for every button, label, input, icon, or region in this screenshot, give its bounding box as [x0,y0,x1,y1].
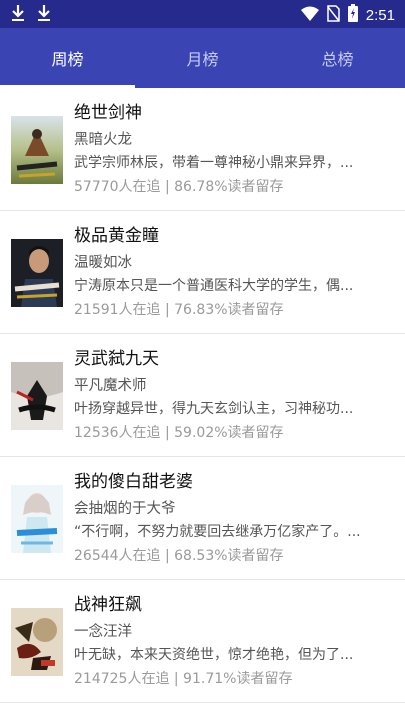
book-author: 平凡魔术师 [74,378,147,394]
book-author: 黑暗火龙 [74,132,132,148]
tab-monthly[interactable]: 月榜 [135,28,270,88]
book-description: “不行啊，不努力就要回去继承万亿家产了。... [74,524,361,540]
book-author: 一念汪洋 [74,624,132,640]
book-stats: 214725人在追 | 91.71%读者留存 [74,671,293,687]
download-icon [36,4,52,26]
tab-total[interactable]: 总榜 [270,28,405,88]
clock: 2:51 [365,6,395,24]
wifi-icon [300,6,319,25]
book-description: 武学宗师林辰，带着一尊神秘小鼎来异界，... [74,155,354,171]
book-cover [11,485,63,553]
status-bar: 2:51 [0,0,405,28]
battery-icon [347,4,358,26]
book-title: 我的傻白甜老婆 [74,472,193,492]
book-description: 叶无缺，本来天资绝世，惊才绝艳，但为了... [74,647,354,663]
book-cover [11,239,63,307]
book-title: 战神狂飙 [74,595,142,615]
download-icon [10,4,26,26]
book-description: 宁涛原本只是一个普通医科大学的学生，偶... [74,278,354,294]
book-item[interactable]: 灵武弑九天 平凡魔术师 叶扬穿越异世，得九天玄剑认主，习神秘功... 12536… [0,334,405,457]
tab-label: 周榜 [51,50,84,69]
tab-bar: 周榜 月榜 总榜 [0,28,405,88]
book-title: 极品黄金瞳 [74,226,159,246]
book-stats: 21591人在追 | 76.83%读者留存 [74,302,284,318]
tab-label: 月榜 [186,50,219,69]
book-item[interactable]: 我的傻白甜老婆 会抽烟的于大爷 “不行啊，不努力就要回去继承万亿家产了。... … [0,457,405,580]
no-sim-icon [327,4,340,26]
book-title: 灵武弑九天 [74,349,159,369]
book-stats: 26544人在追 | 68.53%读者留存 [74,548,284,564]
book-item[interactable]: 战神狂飙 一念汪洋 叶无缺，本来天资绝世，惊才绝艳，但为了... 214725人… [0,580,405,703]
book-author: 温暖如冰 [74,255,132,271]
book-stats: 12536人在追 | 59.02%读者留存 [74,425,284,441]
book-cover [11,116,63,184]
book-author: 会抽烟的于大爷 [74,501,176,517]
book-cover [11,362,63,430]
book-cover [11,608,63,676]
book-item[interactable]: 绝世剑神 黑暗火龙 武学宗师林辰，带着一尊神秘小鼎来异界，... 57770人在… [0,88,405,211]
book-description: 叶扬穿越异世，得九天玄剑认主，习神秘功... [74,401,354,417]
tab-label: 总榜 [321,50,354,69]
book-title: 绝世剑神 [74,103,142,123]
book-item[interactable]: 极品黄金瞳 温暖如冰 宁涛原本只是一个普通医科大学的学生，偶... 21591人… [0,211,405,334]
book-list: 绝世剑神 黑暗火龙 武学宗师林辰，带着一尊神秘小鼎来异界，... 57770人在… [0,88,405,703]
book-stats: 57770人在追 | 86.78%读者留存 [74,179,284,195]
tab-weekly[interactable]: 周榜 [0,28,135,88]
